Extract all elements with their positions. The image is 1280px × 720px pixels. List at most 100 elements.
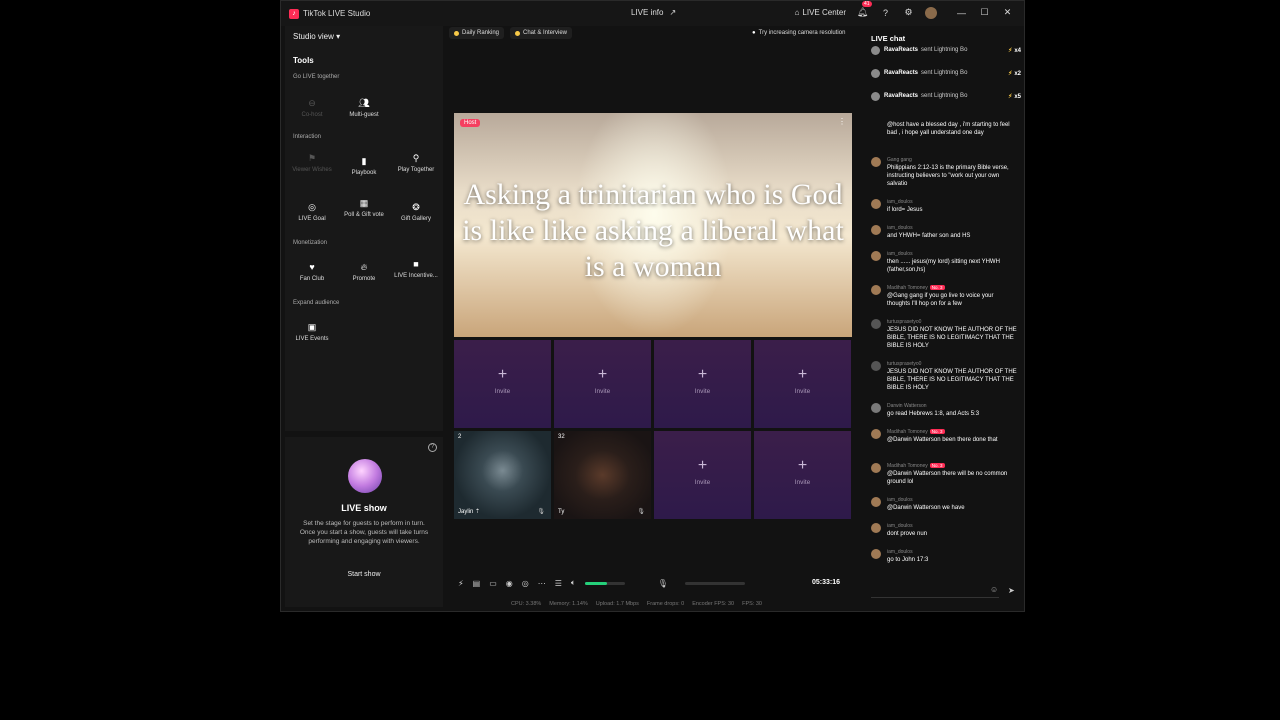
avatar[interactable] xyxy=(871,225,881,235)
screen-icon[interactable]: ▭ xyxy=(489,579,497,588)
message-user[interactable]: iam_doulos xyxy=(887,199,913,205)
invite-slot[interactable]: + Invite xyxy=(654,431,751,519)
pin-icon: ⚲ xyxy=(412,153,420,163)
emoji-icon[interactable]: ☺ xyxy=(990,585,998,594)
speaker-volume-slider[interactable] xyxy=(584,581,625,585)
message-text: @Darwin Watterson been there done that xyxy=(887,437,998,443)
lightning-icon: ⚡︎ xyxy=(1008,47,1013,54)
help-icon[interactable]: ? xyxy=(428,443,437,452)
avatar[interactable] xyxy=(871,403,881,413)
message-user[interactable]: Madihah Tomoney No. 3 xyxy=(887,285,945,291)
avatar[interactable] xyxy=(871,199,881,209)
daily-ranking-button[interactable]: Daily Ranking xyxy=(449,27,505,39)
camera-icon: ■ xyxy=(413,259,419,269)
tool-multiguest[interactable]: 👥︎ Multi-guest xyxy=(340,98,388,118)
avatar[interactable] xyxy=(871,157,881,167)
plus-icon: + xyxy=(597,366,608,383)
tool-label: LIVE Incentive... xyxy=(394,273,438,279)
home-icon: ⌂ xyxy=(794,8,800,17)
notification-badge: 41 xyxy=(862,1,872,7)
maximize-icon[interactable]: ☐ xyxy=(978,6,991,19)
live-show-description: Set the stage for guests to perform in t… xyxy=(299,520,429,545)
camera-tip-label: Try increasing camera resolution xyxy=(758,30,846,36)
guest-count: 32 xyxy=(558,434,565,440)
tool-playbook[interactable]: ▮ Playbook xyxy=(340,156,388,176)
invite-slot[interactable]: + Invite xyxy=(554,340,651,428)
tiktok-logo-icon: ♪ xyxy=(289,8,299,19)
message-user[interactable]: Gang gang xyxy=(887,157,912,163)
tool-gift-gallery[interactable]: ❂ Gift Gallery xyxy=(392,202,440,222)
more-options-icon[interactable]: ⋮ xyxy=(838,117,846,126)
microphone-icon[interactable]: 🎙︎ xyxy=(658,579,668,588)
speaker-icon[interactable]: 🔈︎ xyxy=(571,578,576,588)
guest-video[interactable]: 32 Ty 🎙︎ xyxy=(554,431,651,519)
live-center-button[interactable]: ⌂ LIVE Center xyxy=(795,8,846,17)
studio-view-dropdown[interactable]: Studio view ▾ xyxy=(293,32,340,41)
message-user[interactable]: iam_doulos xyxy=(887,251,913,257)
mic-icon[interactable]: 🎙︎ xyxy=(537,508,545,515)
start-show-button[interactable]: Start show xyxy=(337,568,391,582)
guest-video[interactable]: 2 Jaylin ⇡ 🎙︎ xyxy=(454,431,551,519)
mic-icon[interactable]: 🎙︎ xyxy=(637,508,645,515)
tool-play-together[interactable]: ⚲ Play Together xyxy=(392,153,440,173)
message-user[interactable]: Darwin Watterson xyxy=(887,403,927,409)
effects-icon[interactable]: ⚡︎ xyxy=(458,579,464,588)
message-user[interactable]: turtusprasetyo0 xyxy=(887,361,921,367)
message-user[interactable]: iam_doulos xyxy=(887,549,913,555)
message-user[interactable]: iam_doulos xyxy=(887,497,913,503)
sliders-icon[interactable]: ☰ xyxy=(555,579,562,588)
tool-live-incentive[interactable]: ■ LIVE Incentive... xyxy=(392,259,440,279)
tool-live-events[interactable]: ▣ LIVE Events xyxy=(288,322,336,342)
host-video[interactable]: Host ⋮ Asking a trinitarian who is God i… xyxy=(454,113,852,337)
camera-settings-icon[interactable]: ◎ xyxy=(522,579,529,588)
live-info-button[interactable]: LIVE info ↗ xyxy=(631,8,676,17)
heart-icon: ♥ xyxy=(309,262,315,272)
goal-icon: ◎ xyxy=(308,202,316,212)
invite-slot[interactable]: + Invite xyxy=(754,431,851,519)
invite-slot[interactable]: + Invite xyxy=(754,340,851,428)
tool-label: Playbook xyxy=(351,170,377,176)
invite-slot[interactable]: + Invite xyxy=(654,340,751,428)
record-icon[interactable]: ◉ xyxy=(506,579,513,588)
message-text: and YHWH= father son and HS xyxy=(887,233,971,239)
avatar[interactable] xyxy=(871,319,881,329)
tool-fan-club[interactable]: ♥ Fan Club xyxy=(288,262,336,282)
close-icon[interactable]: ✕ xyxy=(1001,6,1014,19)
gift-user: RavaReacts xyxy=(884,70,919,76)
chat-interview-button[interactable]: Chat & Interview xyxy=(510,27,573,39)
avatar[interactable] xyxy=(871,361,881,371)
help-icon[interactable]: ? xyxy=(879,6,892,19)
send-icon[interactable]: ➤ xyxy=(1008,586,1015,595)
chevron-down-icon: ▾ xyxy=(336,32,341,41)
avatar[interactable] xyxy=(871,463,881,473)
avatar[interactable] xyxy=(871,251,881,261)
message-text: dont prove nun xyxy=(887,531,928,537)
chat-input[interactable] xyxy=(871,582,999,598)
layout-icon[interactable]: ▤ xyxy=(473,579,481,588)
message-user[interactable]: Madihah Tomoney No. 3 xyxy=(887,463,945,469)
camera-tip[interactable]: ● Try increasing camera resolution xyxy=(747,27,850,39)
avatar[interactable] xyxy=(871,523,881,533)
tool-poll-gift-vote[interactable]: ▦ Poll & Gift vote xyxy=(340,198,388,218)
message-user[interactable]: turtusprasetyo0 xyxy=(887,319,921,325)
more-icon[interactable]: ⋯ xyxy=(538,579,546,588)
message-user[interactable]: iam_doulos xyxy=(887,225,913,231)
stat-cpu: CPU: 3.38% xyxy=(511,601,542,607)
notification-icon[interactable]: 🔔︎ 41 xyxy=(856,1,872,19)
avatar[interactable] xyxy=(871,549,881,559)
avatar[interactable] xyxy=(871,429,881,439)
message-user[interactable]: Madihah Tomoney No. 3 xyxy=(887,429,945,435)
settings-icon[interactable]: ⚙ xyxy=(902,6,915,19)
tool-live-goal[interactable]: ◎ LIVE Goal xyxy=(288,202,336,222)
invite-label: Invite xyxy=(794,479,811,486)
avatar[interactable] xyxy=(871,285,881,295)
invite-slot[interactable]: + Invite xyxy=(454,340,551,428)
avatar[interactable] xyxy=(925,6,937,19)
mic-volume-slider[interactable] xyxy=(684,581,745,585)
minimize-icon[interactable]: — xyxy=(955,6,968,19)
invite-label: Invite xyxy=(494,388,511,395)
tool-promote[interactable]: 🔥︎ Promote xyxy=(340,262,388,282)
avatar[interactable] xyxy=(871,497,881,507)
gift-text: sent Lightning Bo xyxy=(921,70,968,76)
message-user[interactable]: iam_doulos xyxy=(887,523,913,529)
